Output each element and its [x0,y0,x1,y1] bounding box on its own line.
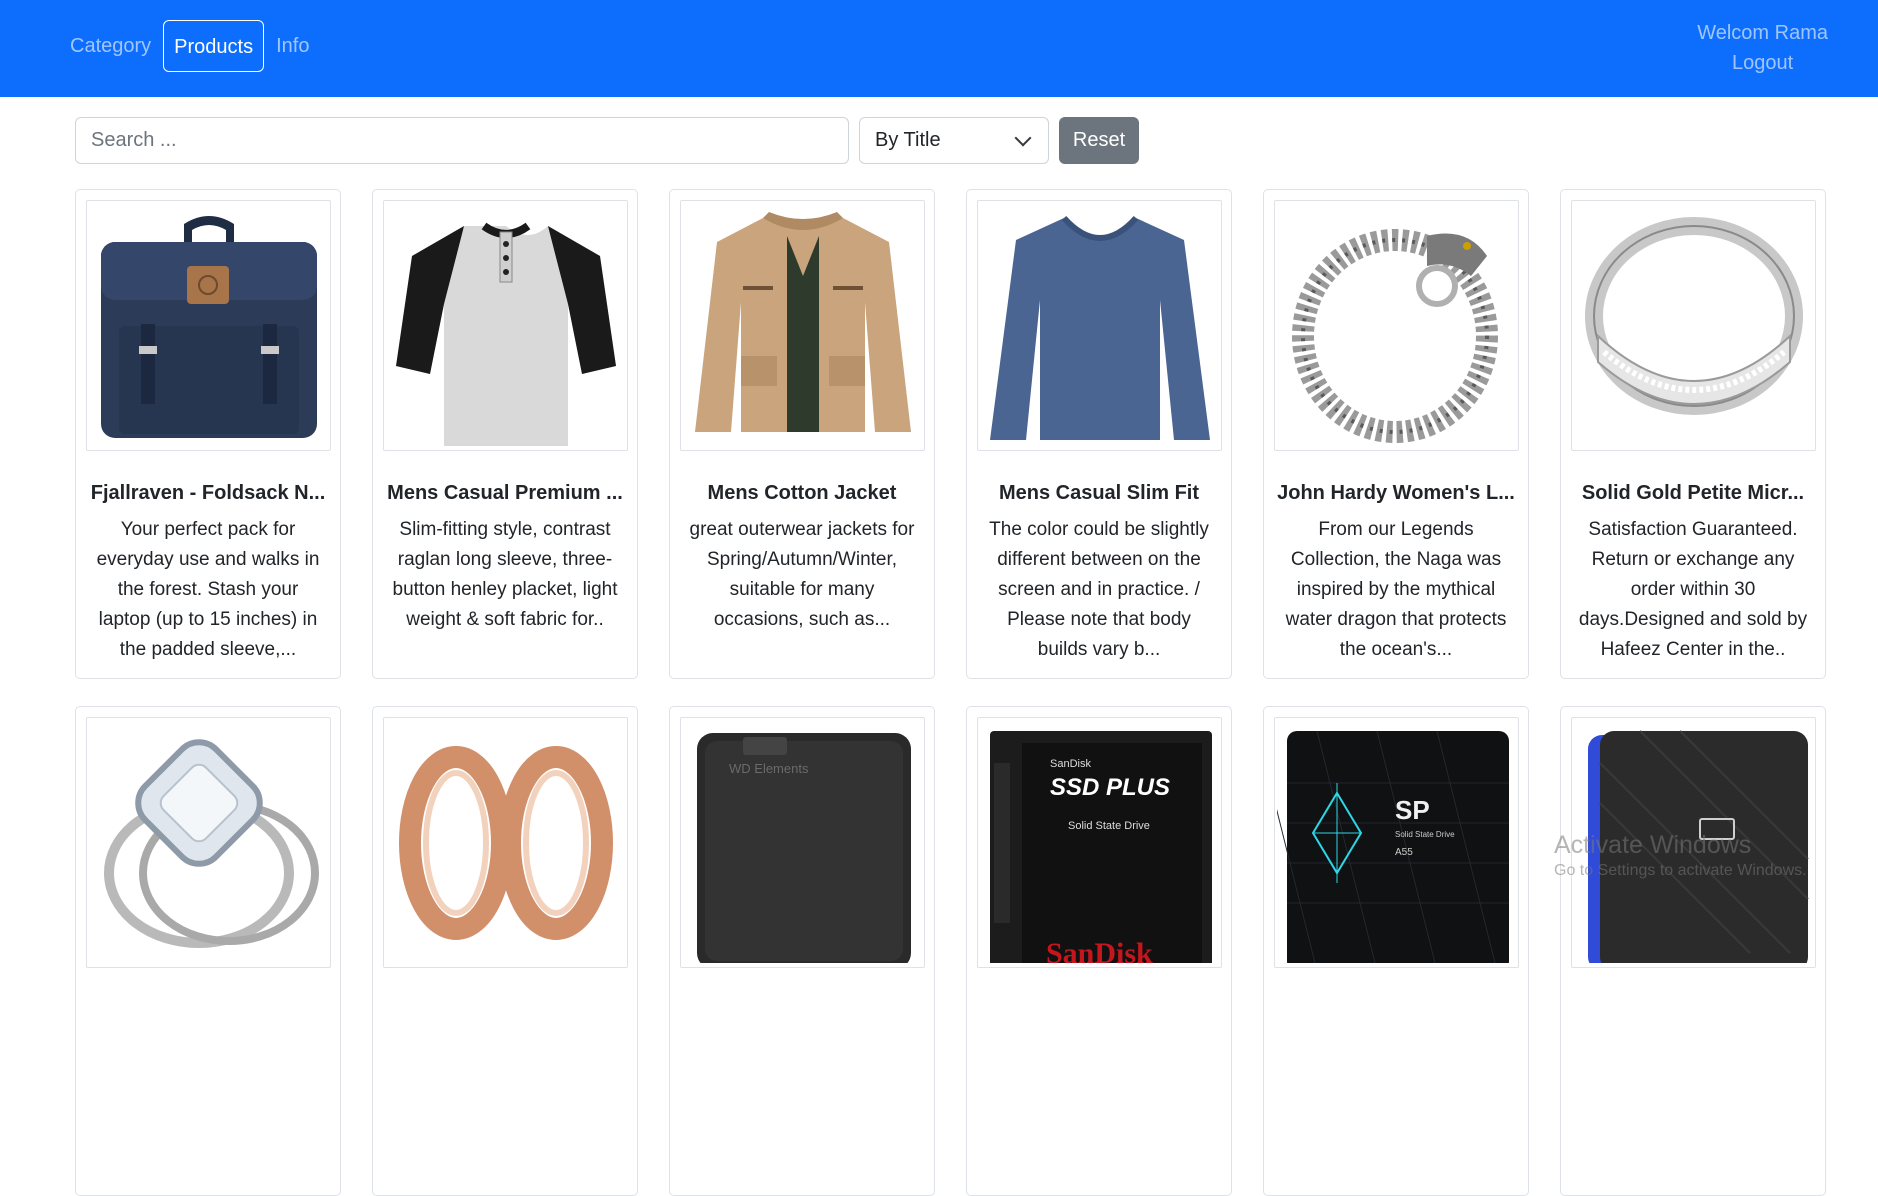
product-description: The color could be slightly different be… [989,519,1209,660]
product-title: Fjallraven - Foldsack N... [90,482,326,504]
filter-select[interactable]: By Title [859,117,1049,164]
product-title: Mens Casual Premium ... [387,482,623,504]
search-bar: By Title Reset [75,117,1139,164]
product-card[interactable]: Mens Casual Slim Fit The color could be … [966,189,1232,679]
product-card[interactable]: Mens Cotton Jacket great outerwear jacke… [669,189,935,679]
logout-link[interactable]: Logout [1697,48,1828,78]
user-menu: Welcom Rama Logout [1697,18,1828,78]
product-card[interactable] [1560,706,1826,1196]
sp-logo-text: SP [1395,795,1430,825]
product-description: Your perfect pack for everyday use and w… [96,519,320,660]
product-card[interactable]: Fjallraven - Foldsack N... Your perfect … [75,189,341,679]
product-title [86,996,330,1024]
product-title [383,996,627,1024]
product-description: From our Legends Collection, the Naga wa… [1285,519,1507,660]
product-title [1274,996,1518,1024]
ssd-subtitle-text: Solid State Drive [1068,820,1150,832]
search-input[interactable] [75,117,849,164]
slim-fit-shirt-image [977,200,1222,451]
sandisk-ssd-image: SanDisk SSD PLUS Solid State Drive SanDi… [977,717,1222,968]
product-card[interactable]: John Hardy Women's L... From our Legends… [1263,189,1529,679]
product-title [977,996,1221,1024]
nav-products[interactable]: Products [163,20,265,72]
welcome-text: Welcom Rama [1697,22,1828,44]
diamond-ring-image [86,717,331,968]
product-card[interactable]: SanDisk SSD PLUS Solid State Drive SanDi… [966,706,1232,1196]
chevron-down-icon [1014,129,1032,146]
raglan-tshirt-image [383,200,628,451]
product-title: John Hardy Women's L... [1277,482,1515,504]
wd-logo-text: WD Elements [729,761,809,776]
ssd-plus-text: SSD PLUS [1050,774,1170,801]
watermark-title: Activate Windows [1554,831,1752,859]
navbar: Category Products Info Welcom Rama Logou… [0,0,1878,97]
rose-gold-plugs-image [383,717,628,968]
product-title: Mens Casual Slim Fit [998,482,1200,504]
windows-activation-watermark: Activate Windows Go to Settings to activ… [1554,830,1807,882]
product-card[interactable]: WD Elements [669,706,935,1196]
product-title: Solid Gold Petite Micr... [1581,482,1805,504]
product-description: Satisfaction Guaranteed. Return or excha… [1578,519,1808,660]
product-card[interactable]: Mens Casual Premium ... Slim-fitting sty… [372,189,638,679]
dragon-bracelet-image [1274,200,1519,451]
nav-links: Category Products Info [60,20,319,72]
sandisk-logo-text: SanDisk [1046,937,1153,963]
product-grid: Fjallraven - Foldsack N... Your perfect … [75,189,1826,1196]
wd-hard-drive-image: WD Elements [680,717,925,968]
product-title: Mens Cotton Jacket [707,482,897,504]
product-card[interactable] [372,706,638,1196]
sp-subtitle-text: Solid State Drive [1395,830,1455,839]
silver-ring-image [1571,200,1816,451]
sp-ssd-image: SP Solid State Drive A55 [1274,717,1519,968]
backpack-image [86,200,331,451]
sandisk-brand-text: SanDisk [1050,758,1091,770]
nav-info[interactable]: Info [266,20,319,72]
filter-select-value: By Title [875,129,941,151]
product-card[interactable]: SP Solid State Drive A55 [1263,706,1529,1196]
product-description: Slim-fitting style, contrast raglan long… [392,519,618,630]
product-description: great outerwear jackets for Spring/Autum… [689,519,915,630]
cotton-jacket-image [680,200,925,451]
sp-model-text: A55 [1395,847,1413,858]
product-title [1571,996,1815,1024]
nav-category[interactable]: Category [60,20,161,72]
product-title [680,996,924,1024]
reset-button[interactable]: Reset [1059,117,1139,164]
product-card[interactable]: Solid Gold Petite Micr... Satisfaction G… [1560,189,1826,679]
watermark-subtitle: Go to Settings to activate Windows. [1554,862,1807,879]
product-card[interactable] [75,706,341,1196]
